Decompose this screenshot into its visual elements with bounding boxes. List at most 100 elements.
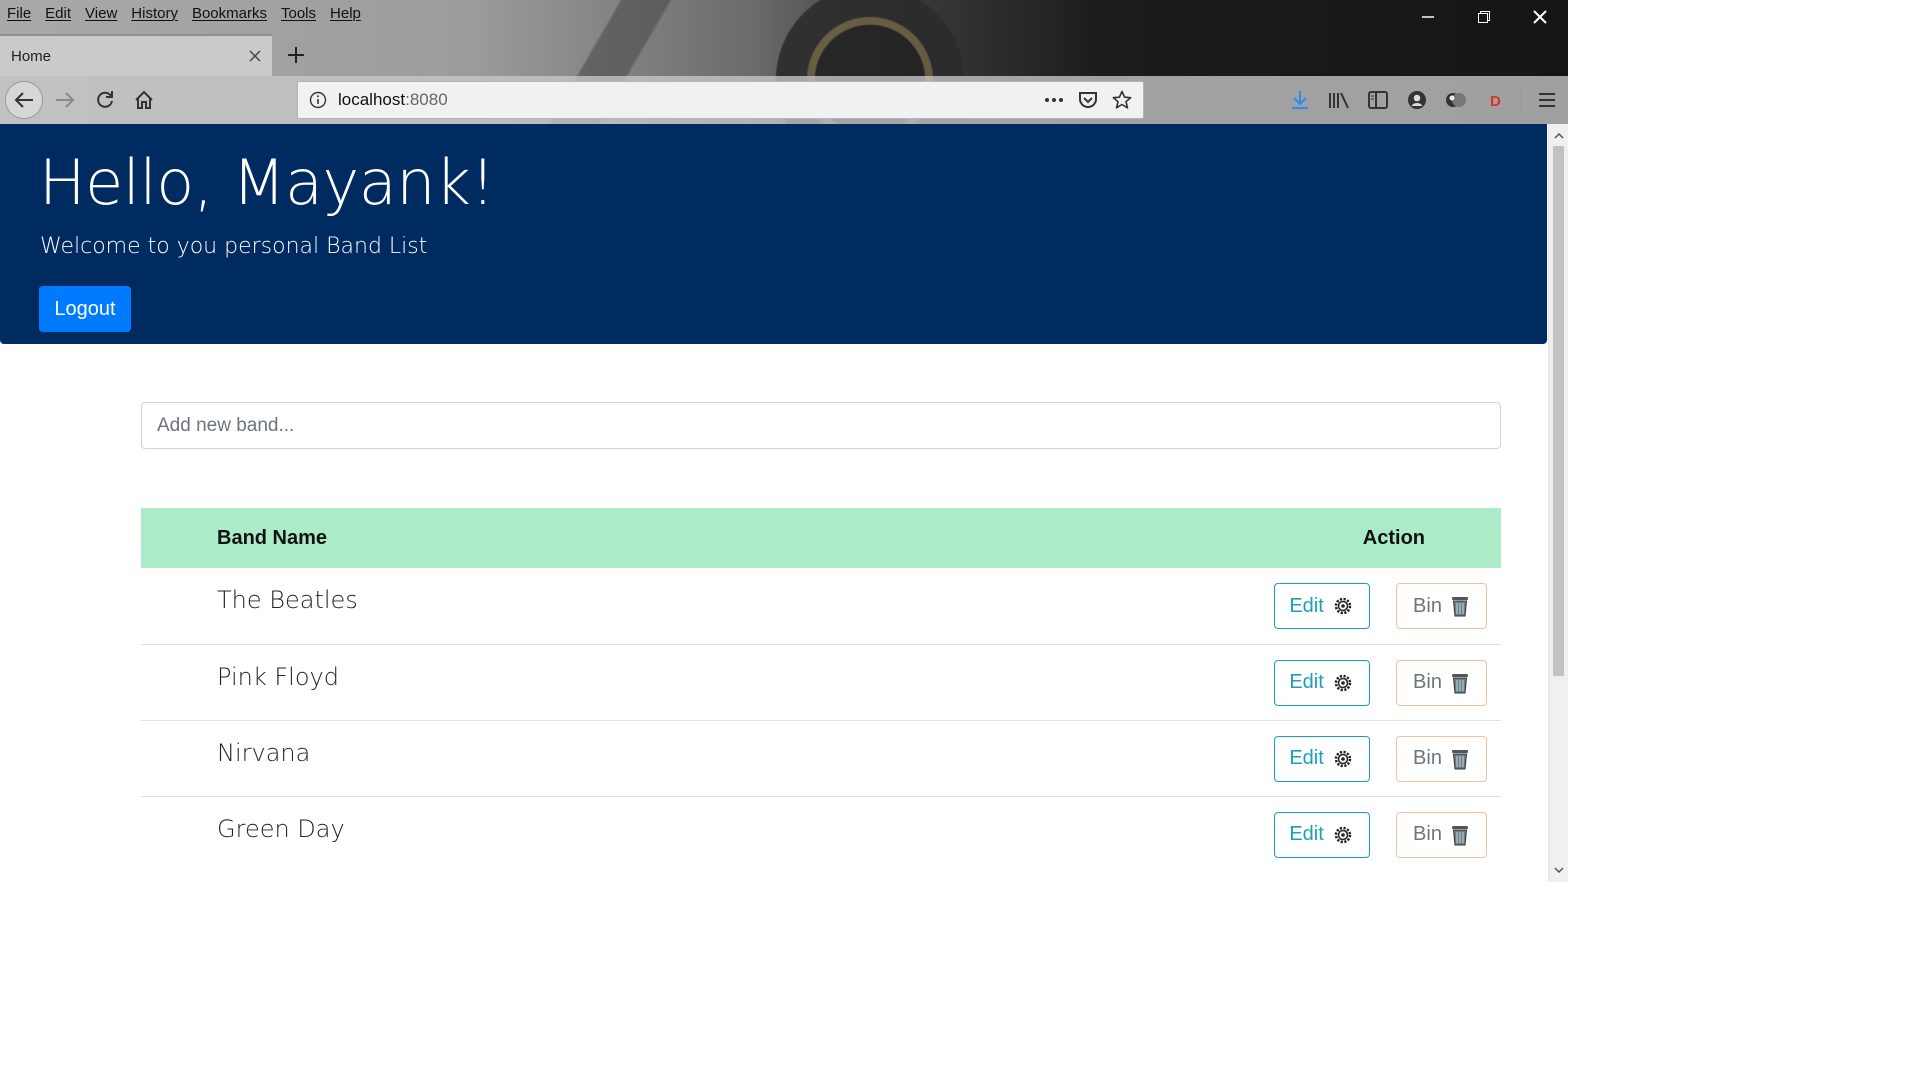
trash-can-icon [1451,825,1468,845]
tab-title: Home [11,47,52,65]
restore-button[interactable] [1456,0,1512,34]
more-icon[interactable] [1039,85,1069,115]
home-button[interactable] [125,81,163,119]
logout-button[interactable]: Logout [39,286,131,332]
url-port: :8080 [405,90,448,109]
tab-home[interactable]: Home [0,34,272,76]
table-row: Pink Floyd Edit Bin [141,644,1501,720]
scrollbar-thumb[interactable] [1553,146,1564,676]
band-name: Nirvana [217,738,311,767]
edit-label: Edit [1289,823,1324,845]
bin-label: Bin [1413,671,1442,693]
trash-can-icon [1451,597,1468,617]
close-icon [249,50,261,62]
minimize-button[interactable] [1400,0,1456,34]
scroll-down-button[interactable] [1549,860,1568,880]
band-table: Band Name Action The Beatles Edit Bin Pi… [141,508,1501,872]
sidebar-icon[interactable] [1358,76,1397,124]
back-button[interactable] [5,81,43,119]
jumbotron-header: Hello, Mayank! Welcome to you personal B… [0,124,1547,344]
toolbar-right: D [1280,76,1566,124]
edit-button[interactable]: Edit [1273,811,1370,858]
url-actions [1039,82,1137,118]
edit-button[interactable]: Edit [1273,659,1370,706]
browser-chrome: File Edit View History Bookmarks Tools H… [0,0,1568,124]
plus-icon [288,47,304,63]
back-arrow-icon [14,92,33,108]
vertical-scrollbar[interactable] [1548,124,1568,882]
url-host: localhost [338,90,406,109]
close-icon [1533,10,1547,24]
bin-button[interactable]: Bin [1396,659,1487,706]
edit-button[interactable]: Edit [1273,735,1370,782]
bookmark-star-icon[interactable] [1107,85,1137,115]
page-subtitle: Welcome to you personal Band List [40,234,428,259]
table-row: The Beatles Edit Bin [141,568,1501,644]
account-icon[interactable] [1397,76,1436,124]
edit-label: Edit [1289,671,1324,693]
row-actions: Edit Bin [805,644,1501,720]
chevron-down-icon [1553,867,1564,873]
hamburger-menu-icon[interactable] [1527,76,1566,124]
close-window-button[interactable] [1512,0,1568,34]
trash-can-icon [1451,749,1468,769]
extension-d-icon[interactable]: D [1475,76,1514,124]
bin-button[interactable]: Bin [1396,811,1487,858]
bin-button[interactable]: Bin [1396,735,1487,782]
extension-icon[interactable] [1436,76,1475,124]
menu-history[interactable]: History [131,5,178,22]
row-actions: Edit Bin [805,568,1501,644]
menu-tools[interactable]: Tools [281,5,316,22]
svg-text:D: D [1490,93,1501,109]
library-icon[interactable] [1319,76,1358,124]
gear-icon [1334,597,1352,615]
row-actions: Edit Bin [805,720,1501,796]
forward-button[interactable] [46,81,84,119]
bin-label: Bin [1413,594,1442,617]
edit-label: Edit [1289,594,1324,617]
gear-icon [1334,674,1352,691]
bin-button[interactable]: Bin [1396,583,1487,629]
page-viewport: Hello, Mayank! Welcome to you personal B… [0,124,1548,882]
window-controls [1400,0,1568,34]
chevron-up-icon [1553,133,1564,139]
tab-close-button[interactable] [238,39,272,73]
new-tab-button[interactable] [280,38,312,72]
gear-icon [1334,750,1352,767]
band-name: Pink Floyd [217,662,339,691]
menu-file[interactable]: File [7,5,31,22]
menu-view[interactable]: View [85,5,117,22]
restore-icon [1478,11,1490,23]
forward-arrow-icon [56,92,75,108]
pocket-icon[interactable] [1073,85,1103,115]
add-band-input[interactable] [141,402,1501,449]
reload-icon [97,91,113,108]
page-title: Hello, Mayank! [39,146,495,219]
table-header-row: Band Name Action [141,508,1501,568]
row-actions: Edit Bin [805,796,1501,872]
minimize-icon [1422,16,1434,18]
menu-edit[interactable]: Edit [45,5,71,22]
toolbar-divider [1520,85,1521,115]
band-name: Green Day [217,814,345,843]
band-name: The Beatles [217,586,358,614]
site-info-icon[interactable] [298,91,338,109]
table-row: Green Day Edit Bin [141,796,1501,872]
column-header-band-name: Band Name [217,526,328,549]
navigation-toolbar: localhost:8080 D [0,76,1568,124]
scroll-up-button[interactable] [1549,126,1568,146]
edit-button[interactable]: Edit [1273,583,1370,629]
menu-help[interactable]: Help [330,5,361,22]
download-icon[interactable] [1280,76,1319,124]
url-bar[interactable]: localhost:8080 [297,81,1144,119]
trash-can-icon [1451,673,1468,693]
tab-bar: Home [0,34,1568,76]
home-icon [135,90,153,109]
bin-label: Bin [1413,823,1442,845]
menu-bookmarks[interactable]: Bookmarks [192,5,267,22]
reload-button[interactable] [86,81,124,119]
menu-bar: File Edit View History Bookmarks Tools H… [0,0,368,26]
bin-label: Bin [1413,747,1442,769]
gear-icon [1334,826,1352,843]
table-row: Nirvana Edit Bin [141,720,1501,796]
